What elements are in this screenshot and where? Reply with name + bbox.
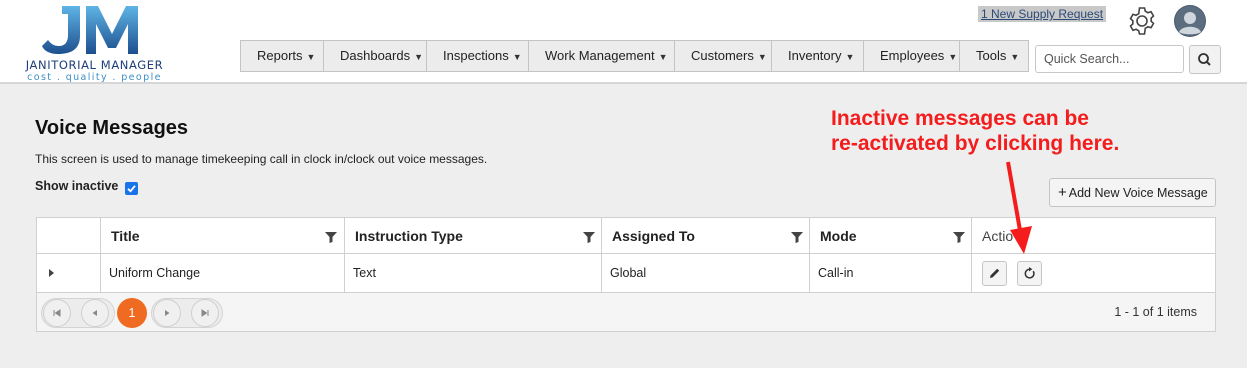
pencil-icon	[990, 268, 1000, 278]
refresh-icon	[1024, 267, 1035, 279]
last-page-button[interactable]	[191, 299, 219, 327]
add-button-label: Add New Voice Message	[1068, 186, 1208, 200]
column-title: Title	[111, 228, 140, 244]
caret-down-icon: ▼	[1010, 52, 1020, 62]
annotation-line-1: Inactive messages can be	[831, 107, 1089, 130]
quick-search-input[interactable]	[1035, 45, 1184, 73]
header-title[interactable]: Title	[100, 218, 344, 254]
logo-tagline: cost . quality . people	[27, 72, 162, 83]
gear-icon[interactable]	[1126, 5, 1158, 37]
nav-tools[interactable]: Tools ▼	[960, 41, 1028, 71]
caret-down-icon: ▼	[658, 52, 668, 62]
header-instruction-type[interactable]: Instruction Type	[344, 218, 601, 254]
user-silhouette-icon	[1175, 6, 1205, 36]
cell-title: Uniform Change	[100, 254, 344, 293]
page-description: This screen is used to manage timekeepin…	[35, 152, 488, 166]
nav-label: Dashboards	[340, 48, 411, 63]
nav-label: Reports	[257, 48, 303, 63]
nav-label: Inspections	[443, 48, 509, 63]
cell-instruction-type: Text	[344, 254, 601, 293]
add-new-voice-message-button[interactable]: + Add New Voice Message	[1049, 178, 1216, 207]
filter-icon[interactable]	[791, 231, 803, 243]
caret-down-icon: ▼	[512, 52, 522, 62]
filter-icon[interactable]	[325, 231, 337, 243]
nav-work-management[interactable]: Work Management ▼	[529, 41, 675, 71]
pager-info: 1 - 1 of 1 items	[1114, 305, 1197, 319]
caret-down-icon: ▼	[845, 52, 855, 62]
header-expand-col	[37, 218, 100, 254]
column-title: Instruction Type	[355, 228, 463, 244]
new-supply-request-link[interactable]: 1 New Supply Request	[978, 6, 1107, 22]
nav-label: Tools	[976, 48, 1007, 63]
column-title: Actio	[982, 228, 1014, 244]
cell-actions	[971, 254, 1215, 293]
nav-label: Inventory	[788, 48, 842, 63]
nav-customers[interactable]: Customers ▼	[675, 41, 772, 71]
table-row[interactable]: Uniform Change Text Global Call-in	[37, 254, 1215, 293]
nav-dashboards[interactable]: Dashboards ▼	[324, 41, 427, 71]
nav-employees[interactable]: Employees ▼	[864, 41, 960, 71]
show-inactive-label: Show inactive	[35, 179, 119, 193]
cell-mode: Call-in	[809, 254, 971, 293]
reactivate-button[interactable]	[1017, 261, 1042, 286]
last-page-icon	[201, 309, 209, 317]
header-mode[interactable]: Mode	[809, 218, 971, 254]
page-1-button[interactable]: 1	[117, 298, 147, 328]
next-page-button[interactable]	[153, 299, 181, 327]
header-actions: Actio	[971, 218, 1215, 254]
nav-label: Employees	[880, 48, 945, 63]
main-nav: Reports ▼ Dashboards ▼ Inspections ▼ Work M…	[240, 40, 1029, 72]
first-page-icon	[53, 309, 61, 317]
page-title: Voice Messages	[35, 117, 189, 139]
annotation-line-2: re-activated by clicking here.	[831, 132, 1120, 155]
nav-inventory[interactable]: Inventory ▼	[772, 41, 864, 71]
header-assigned-to[interactable]: Assigned To	[601, 218, 809, 254]
first-page-button[interactable]	[43, 299, 71, 327]
app-logo[interactable]: JANITORIAL MANAGER cost . quality . peop…	[22, 4, 167, 83]
caret-down-icon: ▼	[757, 52, 767, 62]
filter-icon[interactable]	[583, 231, 595, 243]
column-title: Assigned To	[612, 228, 695, 244]
cell-assigned-to: Global	[601, 254, 809, 293]
nav-label: Customers	[691, 48, 754, 63]
caret-down-icon: ▼	[948, 52, 958, 62]
top-header: JANITORIAL MANAGER cost . quality . peop…	[0, 0, 1247, 84]
annotation-text: Inactive messages can be re-activated by…	[831, 106, 1191, 156]
nav-inspections[interactable]: Inspections ▼	[427, 41, 529, 71]
prev-page-button[interactable]	[81, 299, 109, 327]
check-icon	[127, 185, 136, 193]
search-button[interactable]	[1189, 45, 1221, 74]
logo-name: JANITORIAL MANAGER	[25, 58, 164, 72]
nav-reports[interactable]: Reports ▼	[241, 41, 324, 71]
jm-logo-mark	[42, 6, 138, 54]
expand-row-icon[interactable]	[49, 269, 54, 277]
voice-messages-grid: Title Instruction Type Assigned To Mode …	[36, 217, 1216, 332]
expand-cell	[37, 254, 100, 293]
nav-label: Work Management	[545, 48, 655, 63]
filter-icon[interactable]	[953, 231, 965, 243]
search-icon	[1198, 53, 1211, 66]
next-page-icon	[165, 310, 170, 316]
edit-button[interactable]	[982, 261, 1007, 286]
prev-page-icon	[92, 310, 97, 316]
plus-icon: +	[1058, 184, 1067, 201]
show-inactive-checkbox[interactable]	[125, 182, 138, 195]
column-title: Mode	[820, 228, 857, 244]
user-avatar-icon[interactable]	[1174, 5, 1206, 37]
caret-down-icon: ▼	[306, 52, 316, 62]
grid-header: Title Instruction Type Assigned To Mode …	[37, 218, 1215, 254]
caret-down-icon: ▼	[414, 52, 424, 62]
grid-pager: 1 1 - 1 of 1 items	[37, 293, 1215, 331]
